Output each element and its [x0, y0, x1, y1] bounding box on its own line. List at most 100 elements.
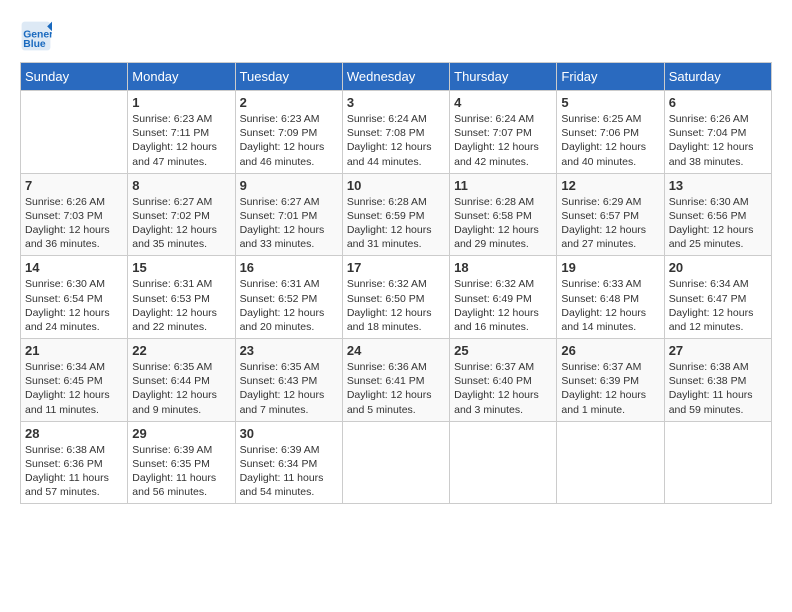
calendar-cell [557, 421, 664, 504]
day-number: 21 [25, 343, 123, 358]
day-number: 11 [454, 178, 552, 193]
calendar-cell [664, 421, 771, 504]
calendar-cell: 29 Sunrise: 6:39 AM Sunset: 6:35 PM Dayli… [128, 421, 235, 504]
day-info: Sunrise: 6:35 AM Sunset: 6:43 PM Dayligh… [240, 360, 338, 417]
svg-text:Blue: Blue [23, 39, 46, 50]
calendar-cell: 17 Sunrise: 6:32 AM Sunset: 6:50 PM Dayli… [342, 256, 449, 339]
calendar-week-row: 28 Sunrise: 6:38 AM Sunset: 6:36 PM Dayli… [21, 421, 772, 504]
calendar-cell [342, 421, 449, 504]
day-info: Sunrise: 6:30 AM Sunset: 6:54 PM Dayligh… [25, 277, 123, 334]
weekday-header: Monday [128, 63, 235, 91]
day-info: Sunrise: 6:34 AM Sunset: 6:45 PM Dayligh… [25, 360, 123, 417]
calendar-cell: 16 Sunrise: 6:31 AM Sunset: 6:52 PM Dayli… [235, 256, 342, 339]
day-info: Sunrise: 6:23 AM Sunset: 7:09 PM Dayligh… [240, 112, 338, 169]
day-number: 2 [240, 95, 338, 110]
day-info: Sunrise: 6:25 AM Sunset: 7:06 PM Dayligh… [561, 112, 659, 169]
day-info: Sunrise: 6:31 AM Sunset: 6:52 PM Dayligh… [240, 277, 338, 334]
day-info: Sunrise: 6:32 AM Sunset: 6:50 PM Dayligh… [347, 277, 445, 334]
calendar-cell: 18 Sunrise: 6:32 AM Sunset: 6:49 PM Dayli… [450, 256, 557, 339]
calendar-cell: 13Sunrise: 6:30 AM Sunset: 6:56 PM Dayli… [664, 173, 771, 256]
calendar-cell: 12 Sunrise: 6:29 AM Sunset: 6:57 PM Dayli… [557, 173, 664, 256]
page-header: General Blue [20, 20, 772, 52]
weekday-header: Friday [557, 63, 664, 91]
calendar-cell: 4 Sunrise: 6:24 AM Sunset: 7:07 PM Daylig… [450, 91, 557, 174]
day-number: 1 [132, 95, 230, 110]
calendar-cell: 2 Sunrise: 6:23 AM Sunset: 7:09 PM Daylig… [235, 91, 342, 174]
day-info: Sunrise: 6:35 AM Sunset: 6:44 PM Dayligh… [132, 360, 230, 417]
day-number: 15 [132, 260, 230, 275]
calendar-cell: 7 Sunrise: 6:26 AM Sunset: 7:03 PM Daylig… [21, 173, 128, 256]
day-info: Sunrise: 6:39 AM Sunset: 6:34 PM Dayligh… [240, 443, 338, 500]
calendar-cell: 3Sunrise: 6:24 AM Sunset: 7:08 PM Daylig… [342, 91, 449, 174]
day-number: 9 [240, 178, 338, 193]
weekday-header: Wednesday [342, 63, 449, 91]
calendar-cell: 30 Sunrise: 6:39 AM Sunset: 6:34 PM Dayli… [235, 421, 342, 504]
day-number: 8 [132, 178, 230, 193]
day-number: 10 [347, 178, 445, 193]
day-info: Sunrise: 6:38 AM Sunset: 6:36 PM Dayligh… [25, 443, 123, 500]
day-number: 19 [561, 260, 659, 275]
day-number: 7 [25, 178, 123, 193]
calendar-cell: 5Sunrise: 6:25 AM Sunset: 7:06 PM Daylig… [557, 91, 664, 174]
calendar-cell: 15 Sunrise: 6:31 AM Sunset: 6:53 PM Dayli… [128, 256, 235, 339]
day-number: 29 [132, 426, 230, 441]
day-info: Sunrise: 6:27 AM Sunset: 7:02 PM Dayligh… [132, 195, 230, 252]
logo: General Blue [20, 20, 56, 52]
day-info: Sunrise: 6:32 AM Sunset: 6:49 PM Dayligh… [454, 277, 552, 334]
day-number: 20 [669, 260, 767, 275]
calendar-cell: 8 Sunrise: 6:27 AM Sunset: 7:02 PM Daylig… [128, 173, 235, 256]
day-number: 16 [240, 260, 338, 275]
calendar-cell: 26 Sunrise: 6:37 AM Sunset: 6:39 PM Dayli… [557, 339, 664, 422]
day-number: 18 [454, 260, 552, 275]
day-number: 30 [240, 426, 338, 441]
day-info: Sunrise: 6:28 AM Sunset: 6:59 PM Dayligh… [347, 195, 445, 252]
calendar-cell: 20 Sunrise: 6:34 AM Sunset: 6:47 PM Dayli… [664, 256, 771, 339]
day-number: 28 [25, 426, 123, 441]
day-number: 4 [454, 95, 552, 110]
day-number: 6 [669, 95, 767, 110]
weekday-header: Tuesday [235, 63, 342, 91]
calendar-cell: 21 Sunrise: 6:34 AM Sunset: 6:45 PM Dayli… [21, 339, 128, 422]
day-number: 27 [669, 343, 767, 358]
calendar-week-row: 7 Sunrise: 6:26 AM Sunset: 7:03 PM Daylig… [21, 173, 772, 256]
day-number: 14 [25, 260, 123, 275]
calendar-cell [21, 91, 128, 174]
day-number: 24 [347, 343, 445, 358]
weekday-header-row: SundayMondayTuesdayWednesdayThursdayFrid… [21, 63, 772, 91]
day-info: Sunrise: 6:36 AM Sunset: 6:41 PM Dayligh… [347, 360, 445, 417]
day-number: 22 [132, 343, 230, 358]
day-info: Sunrise: 6:23 AM Sunset: 7:11 PM Dayligh… [132, 112, 230, 169]
day-number: 25 [454, 343, 552, 358]
calendar-cell: 11Sunrise: 6:28 AM Sunset: 6:58 PM Dayli… [450, 173, 557, 256]
day-number: 17 [347, 260, 445, 275]
calendar-table: SundayMondayTuesdayWednesdayThursdayFrid… [20, 62, 772, 504]
day-info: Sunrise: 6:39 AM Sunset: 6:35 PM Dayligh… [132, 443, 230, 500]
day-info: Sunrise: 6:24 AM Sunset: 7:08 PM Dayligh… [347, 112, 445, 169]
day-number: 26 [561, 343, 659, 358]
day-info: Sunrise: 6:30 AM Sunset: 6:56 PM Dayligh… [669, 195, 767, 252]
calendar-cell [450, 421, 557, 504]
calendar-cell: 9Sunrise: 6:27 AM Sunset: 7:01 PM Daylig… [235, 173, 342, 256]
calendar-cell: 24 Sunrise: 6:36 AM Sunset: 6:41 PM Dayli… [342, 339, 449, 422]
day-info: Sunrise: 6:34 AM Sunset: 6:47 PM Dayligh… [669, 277, 767, 334]
calendar-week-row: 14 Sunrise: 6:30 AM Sunset: 6:54 PM Dayli… [21, 256, 772, 339]
day-info: Sunrise: 6:29 AM Sunset: 6:57 PM Dayligh… [561, 195, 659, 252]
day-info: Sunrise: 6:26 AM Sunset: 7:03 PM Dayligh… [25, 195, 123, 252]
calendar-cell: 22 Sunrise: 6:35 AM Sunset: 6:44 PM Dayli… [128, 339, 235, 422]
calendar-cell: 28 Sunrise: 6:38 AM Sunset: 6:36 PM Dayli… [21, 421, 128, 504]
weekday-header: Sunday [21, 63, 128, 91]
day-number: 12 [561, 178, 659, 193]
calendar-cell: 19Sunrise: 6:33 AM Sunset: 6:48 PM Dayli… [557, 256, 664, 339]
calendar-cell: 1 Sunrise: 6:23 AM Sunset: 7:11 PM Daylig… [128, 91, 235, 174]
calendar-cell: 23Sunrise: 6:35 AM Sunset: 6:43 PM Dayli… [235, 339, 342, 422]
calendar-cell: 14 Sunrise: 6:30 AM Sunset: 6:54 PM Dayli… [21, 256, 128, 339]
calendar-cell: 6 Sunrise: 6:26 AM Sunset: 7:04 PM Daylig… [664, 91, 771, 174]
calendar-cell: 25Sunrise: 6:37 AM Sunset: 6:40 PM Dayli… [450, 339, 557, 422]
day-info: Sunrise: 6:24 AM Sunset: 7:07 PM Dayligh… [454, 112, 552, 169]
day-info: Sunrise: 6:38 AM Sunset: 6:38 PM Dayligh… [669, 360, 767, 417]
day-info: Sunrise: 6:37 AM Sunset: 6:39 PM Dayligh… [561, 360, 659, 417]
calendar-cell: 27 Sunrise: 6:38 AM Sunset: 6:38 PM Dayli… [664, 339, 771, 422]
calendar-week-row: 1 Sunrise: 6:23 AM Sunset: 7:11 PM Daylig… [21, 91, 772, 174]
day-info: Sunrise: 6:31 AM Sunset: 6:53 PM Dayligh… [132, 277, 230, 334]
day-info: Sunrise: 6:26 AM Sunset: 7:04 PM Dayligh… [669, 112, 767, 169]
